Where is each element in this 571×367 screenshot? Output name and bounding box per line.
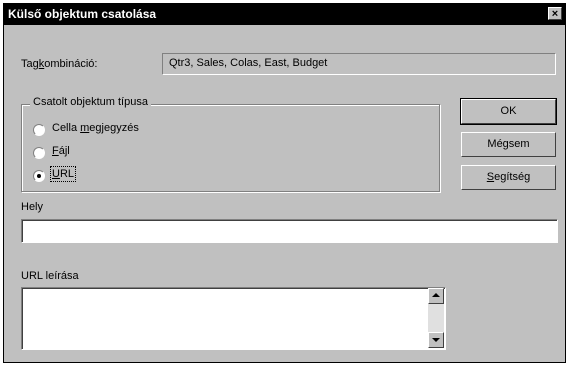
- window-title: Külső objektum csatolása: [8, 7, 157, 21]
- help-button[interactable]: Segítség: [461, 165, 556, 190]
- url-description-label: URL leírása: [21, 270, 79, 282]
- member-combination-label: Tagkombináció:: [21, 58, 98, 70]
- arrow-down-icon: [432, 338, 440, 342]
- cancel-button[interactable]: Mégsem: [461, 132, 556, 157]
- arrow-up-icon: [432, 293, 440, 297]
- object-type-group: [21, 104, 440, 192]
- radio-cell-note-label[interactable]: Cella megjegyzés: [52, 122, 139, 134]
- radio-file[interactable]: [33, 147, 45, 159]
- title-bar: Külső objektum csatolása ×: [4, 4, 565, 25]
- url-description-textarea[interactable]: [21, 287, 446, 350]
- location-label: Hely: [21, 201, 44, 213]
- location-input[interactable]: [21, 219, 558, 243]
- radio-url[interactable]: [33, 170, 45, 182]
- object-type-group-legend: Csatolt objektum típusa: [30, 96, 151, 108]
- radio-selected-dot: [37, 174, 41, 178]
- scroll-down-button[interactable]: [428, 332, 444, 348]
- radio-file-label[interactable]: Fájl: [52, 145, 70, 157]
- ok-button[interactable]: OK: [460, 98, 557, 125]
- close-icon[interactable]: ×: [548, 7, 562, 20]
- member-combination-field: Qtr3, Sales, Colas, East, Budget: [162, 53, 556, 75]
- radio-cell-note[interactable]: [33, 124, 45, 136]
- radio-url-label[interactable]: URL: [49, 166, 77, 182]
- scroll-up-button[interactable]: [428, 288, 444, 304]
- url-description-scrollbar[interactable]: [428, 304, 444, 332]
